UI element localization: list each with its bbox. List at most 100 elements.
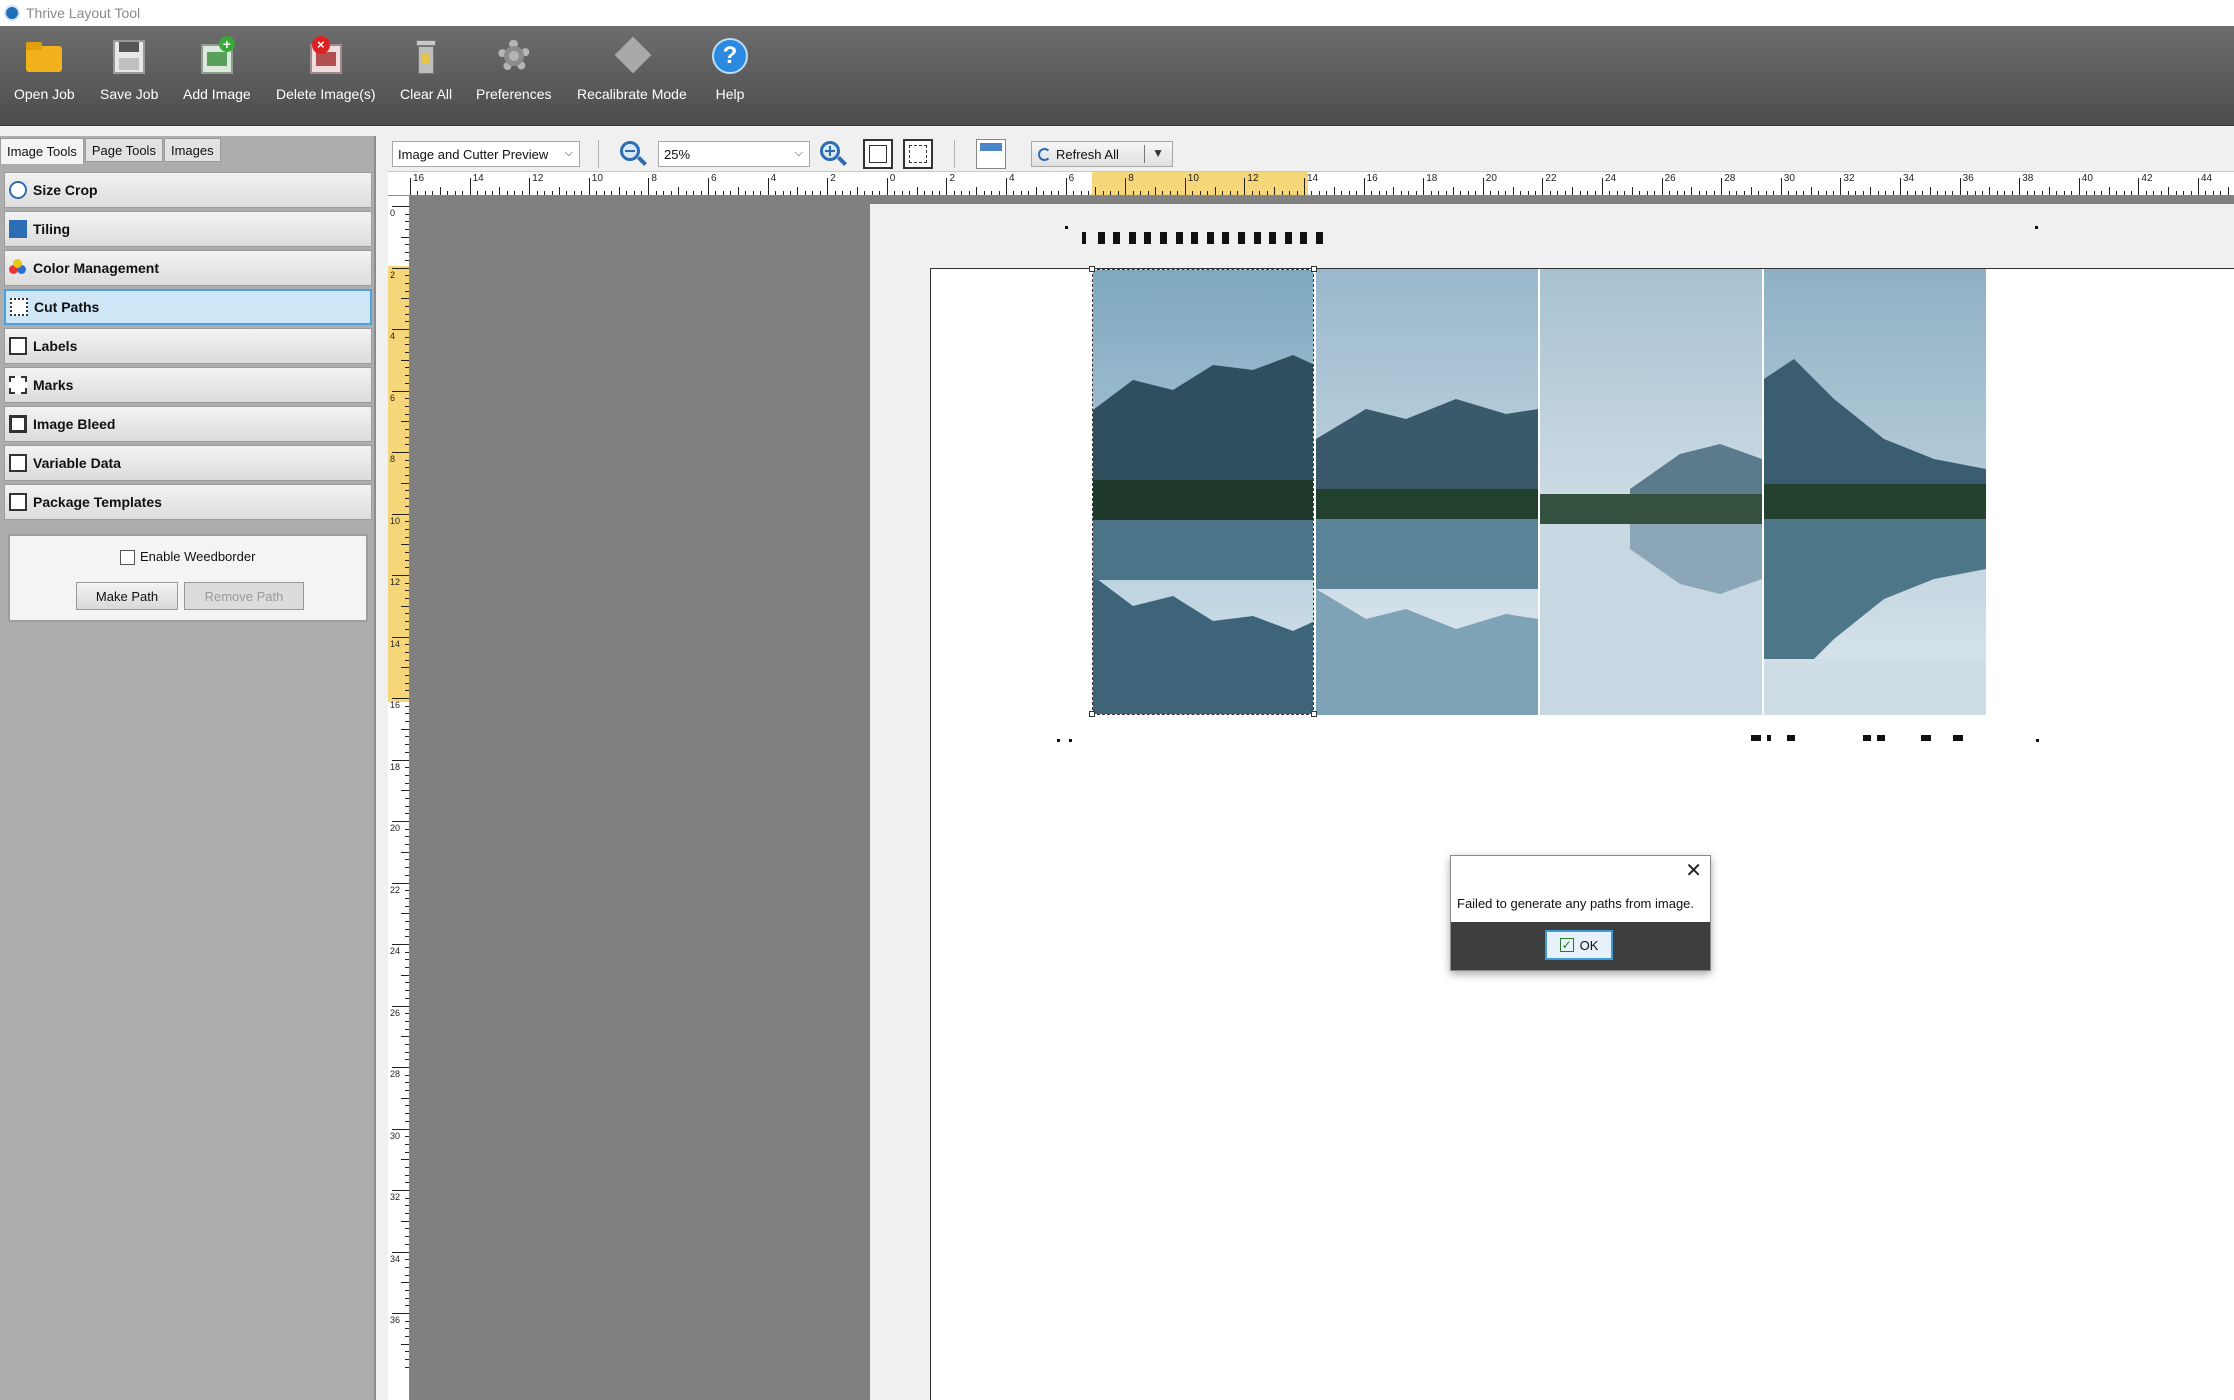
- ruler-label: 34: [1903, 173, 1915, 184]
- ruler-minor-tick: [401, 1220, 409, 1222]
- tool-size-crop[interactable]: Size Crop: [4, 172, 372, 208]
- tool-color-management[interactable]: Color Management: [4, 250, 372, 286]
- remove-path-button[interactable]: Remove Path: [184, 582, 304, 610]
- floppy-disk-icon: [109, 36, 149, 76]
- ruler-minor-tick: [401, 421, 409, 423]
- zoom-out-button[interactable]: [618, 139, 648, 169]
- ruler-major-tick: [1006, 178, 1007, 195]
- ruler-major-tick: [1125, 178, 1127, 195]
- make-path-button[interactable]: Make Path: [76, 582, 178, 610]
- layout-canvas[interactable]: [410, 196, 2234, 1400]
- image-tile[interactable]: [1092, 269, 1314, 715]
- barcode-mark: [1206, 232, 1214, 244]
- ruler-minor-tick: [439, 187, 441, 195]
- open-job-button[interactable]: Open Job: [14, 36, 75, 102]
- close-icon[interactable]: ✕: [1685, 858, 1702, 883]
- tab-page-tools[interactable]: Page Tools: [84, 138, 163, 162]
- ruler-major-tick: [392, 944, 409, 945]
- ruler-minor-tick: [499, 187, 501, 195]
- ruler-major-tick: [886, 178, 888, 195]
- ruler-minor-tick: [1631, 187, 1633, 195]
- ruler-label: 28: [390, 1069, 401, 1079]
- ruler-label: 40: [2081, 173, 2093, 184]
- ruler-major-tick: [2078, 178, 2080, 195]
- tool-labels[interactable]: Labels: [4, 328, 372, 364]
- barcode-mark: [1191, 232, 1199, 244]
- ruler-major-tick: [392, 575, 409, 576]
- ruler-minor-tick: [2168, 187, 2170, 195]
- ruler-minor-tick: [401, 1036, 409, 1038]
- add-image-button[interactable]: + Add Image: [183, 36, 251, 102]
- ruler-minor-tick: [401, 298, 409, 300]
- layout-view-button[interactable]: [976, 139, 1006, 169]
- refresh-all-button[interactable]: Refresh All ▼: [1031, 141, 1173, 167]
- save-job-button[interactable]: Save Job: [100, 36, 158, 102]
- image-tile[interactable]: [1316, 269, 1538, 715]
- ruler-minor-tick: [2049, 187, 2050, 195]
- tab-images[interactable]: Images: [163, 138, 221, 162]
- tool-image-bleed[interactable]: Image Bleed: [4, 406, 372, 442]
- ok-button[interactable]: ✓ OK: [1545, 930, 1613, 960]
- tool-package-templates[interactable]: Package Templates: [4, 484, 372, 520]
- left-tabs: Image Tools Page Tools Images: [0, 138, 222, 164]
- ruler-minor-tick: [797, 187, 799, 195]
- help-button[interactable]: ? Help: [710, 36, 750, 102]
- ruler-major-tick: [1482, 178, 1484, 195]
- enable-weedborder-checkbox[interactable]: [120, 550, 135, 565]
- zoom-level-select[interactable]: 25% ⌵: [658, 141, 810, 167]
- clear-all-button[interactable]: Clear All: [400, 36, 452, 102]
- ruler-label: 4: [1009, 173, 1015, 184]
- selection-handle[interactable]: [1089, 711, 1095, 717]
- view-mode-select[interactable]: Image and Cutter Preview ⌵: [392, 141, 580, 167]
- ruler-minor-tick: [1274, 187, 1276, 195]
- ruler-label: 14: [472, 173, 484, 184]
- ruler-minor-tick: [2108, 187, 2110, 195]
- ruler-major-tick: [392, 759, 409, 761]
- ruler-minor-tick: [401, 605, 409, 607]
- recalibrate-mode-button[interactable]: Recalibrate Mode: [577, 36, 687, 102]
- image-tile[interactable]: [1540, 269, 1762, 715]
- ruler-major-tick: [1780, 178, 1782, 195]
- trash-can-icon: [406, 36, 446, 76]
- zoom-in-button[interactable]: [818, 139, 848, 169]
- selection-handle[interactable]: [1311, 711, 1317, 717]
- ruler-major-tick: [1661, 178, 1663, 195]
- ruler-label: 20: [390, 823, 401, 833]
- tool-cut-paths[interactable]: Cut Paths: [4, 289, 372, 325]
- ruler-major-tick: [392, 1313, 409, 1314]
- ruler-major-tick: [392, 882, 409, 884]
- ruler-major-tick: [1542, 178, 1544, 195]
- ruler-label: 42: [2141, 173, 2153, 184]
- ruler-minor-tick: [1929, 187, 1931, 195]
- preferences-button[interactable]: Preferences: [476, 36, 551, 102]
- ruler-label: 22: [1545, 173, 1557, 184]
- tab-image-tools[interactable]: Image Tools: [0, 138, 84, 164]
- image-tile[interactable]: [1764, 269, 1986, 715]
- tool-variable-data[interactable]: Variable Data: [4, 445, 372, 481]
- dropdown-arrow-icon[interactable]: ▼: [1152, 146, 1164, 160]
- ruler-minor-tick: [401, 728, 409, 730]
- tool-marks[interactable]: Marks: [4, 367, 372, 403]
- tool-tiling[interactable]: Tiling: [4, 211, 372, 247]
- ruler-label: 36: [1962, 173, 1974, 184]
- selection-handle[interactable]: [1311, 266, 1317, 272]
- ruler-label: 32: [1843, 173, 1855, 184]
- fit-page-button[interactable]: [903, 139, 933, 169]
- ruler-minor-tick: [1989, 187, 1991, 195]
- selection-handle[interactable]: [1089, 266, 1095, 272]
- ruler-major-tick: [767, 178, 769, 195]
- fit-width-button[interactable]: [863, 139, 893, 169]
- delete-images-button[interactable]: × Delete Image(s): [276, 36, 376, 102]
- help-icon: ?: [710, 36, 750, 76]
- barcode-mark: [1175, 232, 1183, 244]
- ruler-minor-tick: [678, 187, 680, 195]
- ruler-major-tick: [392, 513, 409, 515]
- dialog-footer: ✓ OK: [1451, 922, 1710, 970]
- ruler-minor-tick: [401, 482, 409, 484]
- chevron-down-icon: ⌵: [794, 147, 803, 159]
- ruler-minor-tick: [1512, 187, 1514, 195]
- ruler-label: 20: [1485, 173, 1497, 184]
- barcode-mark: [1128, 232, 1136, 244]
- ruler-minor-tick: [401, 913, 409, 915]
- barcode-mark: [1316, 232, 1323, 244]
